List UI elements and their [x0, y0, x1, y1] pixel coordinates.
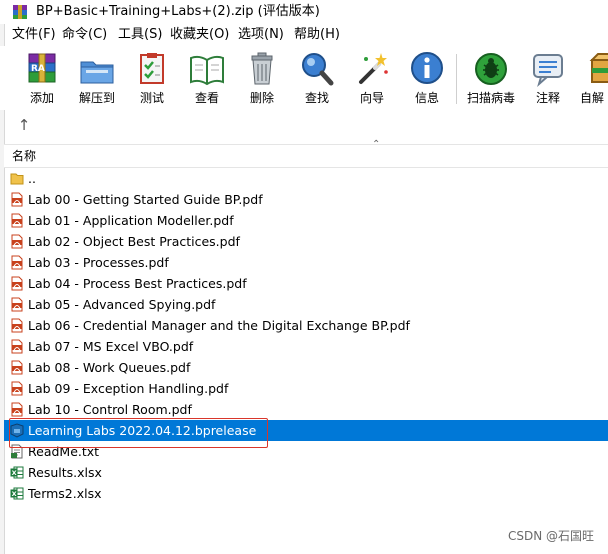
info-icon [411, 52, 443, 84]
menu-tools[interactable]: 工具(S) [118, 26, 162, 44]
up-one-level-button[interactable]: ↑ [14, 115, 34, 135]
file-row[interactable]: Lab 08 - Work Queues.pdf [4, 357, 608, 378]
menu-commands[interactable]: 命令(C) [62, 26, 107, 44]
file-list: .. Lab 00 - Getting Started Guide BP.pdf L… [4, 168, 608, 508]
file-row[interactable]: Lab 01 - Application Modeller.pdf [4, 210, 608, 231]
parent-folder-row[interactable]: .. [4, 168, 608, 189]
pdf-file-icon [11, 234, 23, 249]
window-title: BP+Basic+Training+Labs+(2).zip (评估版本) [36, 4, 320, 19]
file-name: Lab 03 - Processes.pdf [28, 255, 169, 270]
sfx-button[interactable]: 自解 [580, 50, 608, 108]
file-row[interactable]: Lab 10 - Control Room.pdf [4, 399, 608, 420]
text-file-icon [11, 444, 23, 459]
delete-icon [251, 52, 273, 85]
wizard-button[interactable]: 向导 [346, 50, 398, 108]
pdf-file-icon [11, 276, 23, 291]
file-name: Lab 02 - Object Best Practices.pdf [28, 234, 240, 249]
file-name: Lab 09 - Exception Handling.pdf [28, 381, 229, 396]
extract-to-button[interactable]: 解压到 [71, 50, 123, 108]
file-row[interactable]: Lab 04 - Process Best Practices.pdf [4, 273, 608, 294]
find-icon [302, 53, 334, 86]
pdf-file-icon [11, 360, 23, 375]
file-name: Lab 05 - Advanced Spying.pdf [28, 297, 216, 312]
menu-help[interactable]: 帮助(H) [294, 26, 340, 44]
sort-ascending-icon: ⌃ [372, 139, 381, 150]
bprelease-file-icon [10, 423, 24, 438]
add-archive-icon: RA [28, 53, 56, 83]
svg-text:X: X [12, 490, 17, 498]
menu-favorites[interactable]: 收藏夹(O) [170, 26, 229, 44]
file-name: Lab 06 - Credential Manager and the Digi… [28, 318, 410, 333]
comment-button-label: 注释 [535, 91, 560, 105]
file-row[interactable]: Lab 09 - Exception Handling.pdf [4, 378, 608, 399]
svg-text:RA: RA [31, 64, 45, 74]
title-bar: BP+Basic+Training+Labs+(2).zip (评估版本) [0, 0, 608, 24]
file-name: Lab 01 - Application Modeller.pdf [28, 213, 234, 228]
file-name: Lab 07 - MS Excel VBO.pdf [28, 339, 194, 354]
virus-scan-icon [475, 53, 507, 85]
file-name: Results.xlsx [28, 465, 102, 480]
pdf-file-icon [11, 192, 23, 207]
column-header-label: 名称 [12, 149, 37, 163]
file-row[interactable]: Lab 07 - MS Excel VBO.pdf [4, 336, 608, 357]
folder-icon [10, 173, 24, 185]
pdf-file-icon [11, 402, 23, 417]
file-row[interactable]: Learning Labs 2022.04.12.bprelease [4, 420, 608, 441]
file-name: Terms2.xlsx [28, 486, 102, 501]
pdf-file-icon [11, 381, 23, 396]
sfx-button-label: 自解 [580, 91, 605, 105]
file-row[interactable]: X Terms2.xlsx [4, 483, 608, 504]
file-name: ReadMe.txt [28, 444, 100, 459]
pdf-file-icon [11, 255, 23, 270]
delete-button[interactable]: 删除 [236, 50, 288, 108]
find-button[interactable]: 查找 [291, 50, 343, 108]
navigation-row: ↑ [0, 112, 608, 138]
sfx-icon [589, 53, 608, 83]
excel-file-icon: X [10, 487, 24, 500]
menu-file[interactable]: 文件(F) [12, 26, 56, 44]
wizard-icon [359, 53, 388, 84]
file-name: Lab 00 - Getting Started Guide BP.pdf [28, 192, 263, 207]
winrar-app-icon [13, 5, 27, 19]
view-button[interactable]: 查看 [181, 50, 233, 108]
svg-text:X: X [12, 469, 17, 477]
comment-icon [533, 54, 563, 87]
view-icon [190, 55, 224, 86]
column-header-name[interactable]: 名称 ⌃ [4, 139, 608, 168]
file-name: .. [28, 171, 36, 186]
info-button[interactable]: 信息 [401, 50, 453, 108]
info-button-label: 信息 [414, 91, 439, 105]
watermark: CSDN @石国旺 [507, 529, 594, 543]
file-name: Learning Labs 2022.04.12.bprelease [28, 423, 257, 438]
menu-options[interactable]: 选项(N) [238, 26, 284, 44]
file-row[interactable]: Lab 02 - Object Best Practices.pdf [4, 231, 608, 252]
file-row[interactable]: Lab 00 - Getting Started Guide BP.pdf [4, 189, 608, 210]
file-row[interactable]: ReadMe.txt [4, 441, 608, 462]
file-row[interactable]: Lab 06 - Credential Manager and the Digi… [4, 315, 608, 336]
virus-scan-button[interactable]: 扫描病毒 [465, 50, 517, 108]
test-button[interactable]: 测试 [126, 50, 178, 108]
pdf-file-icon [11, 297, 23, 312]
file-row[interactable]: Lab 05 - Advanced Spying.pdf [4, 294, 608, 315]
menu-bar: 文件(F) 命令(C) 工具(S) 收藏夹(O) 选项(N) 帮助(H) [0, 24, 608, 46]
pdf-file-icon [11, 339, 23, 354]
file-name: Lab 04 - Process Best Practices.pdf [28, 276, 247, 291]
pdf-file-icon [11, 213, 23, 228]
file-name: Lab 10 - Control Room.pdf [28, 402, 192, 417]
file-row[interactable]: Lab 03 - Processes.pdf [4, 252, 608, 273]
toolbar: RA 添加 解压到 测试 查看 删除 查找 向导 信息 扫描病毒 注释 自解 [0, 46, 608, 110]
extract-to-icon [80, 61, 114, 84]
test-icon [140, 53, 164, 84]
comment-button[interactable]: 注释 [522, 50, 574, 108]
file-row[interactable]: X Results.xlsx [4, 462, 608, 483]
add-button[interactable]: RA 添加 [16, 50, 68, 108]
excel-file-icon: X [10, 466, 24, 479]
file-name: Lab 08 - Work Queues.pdf [28, 360, 191, 375]
pdf-file-icon [11, 318, 23, 333]
